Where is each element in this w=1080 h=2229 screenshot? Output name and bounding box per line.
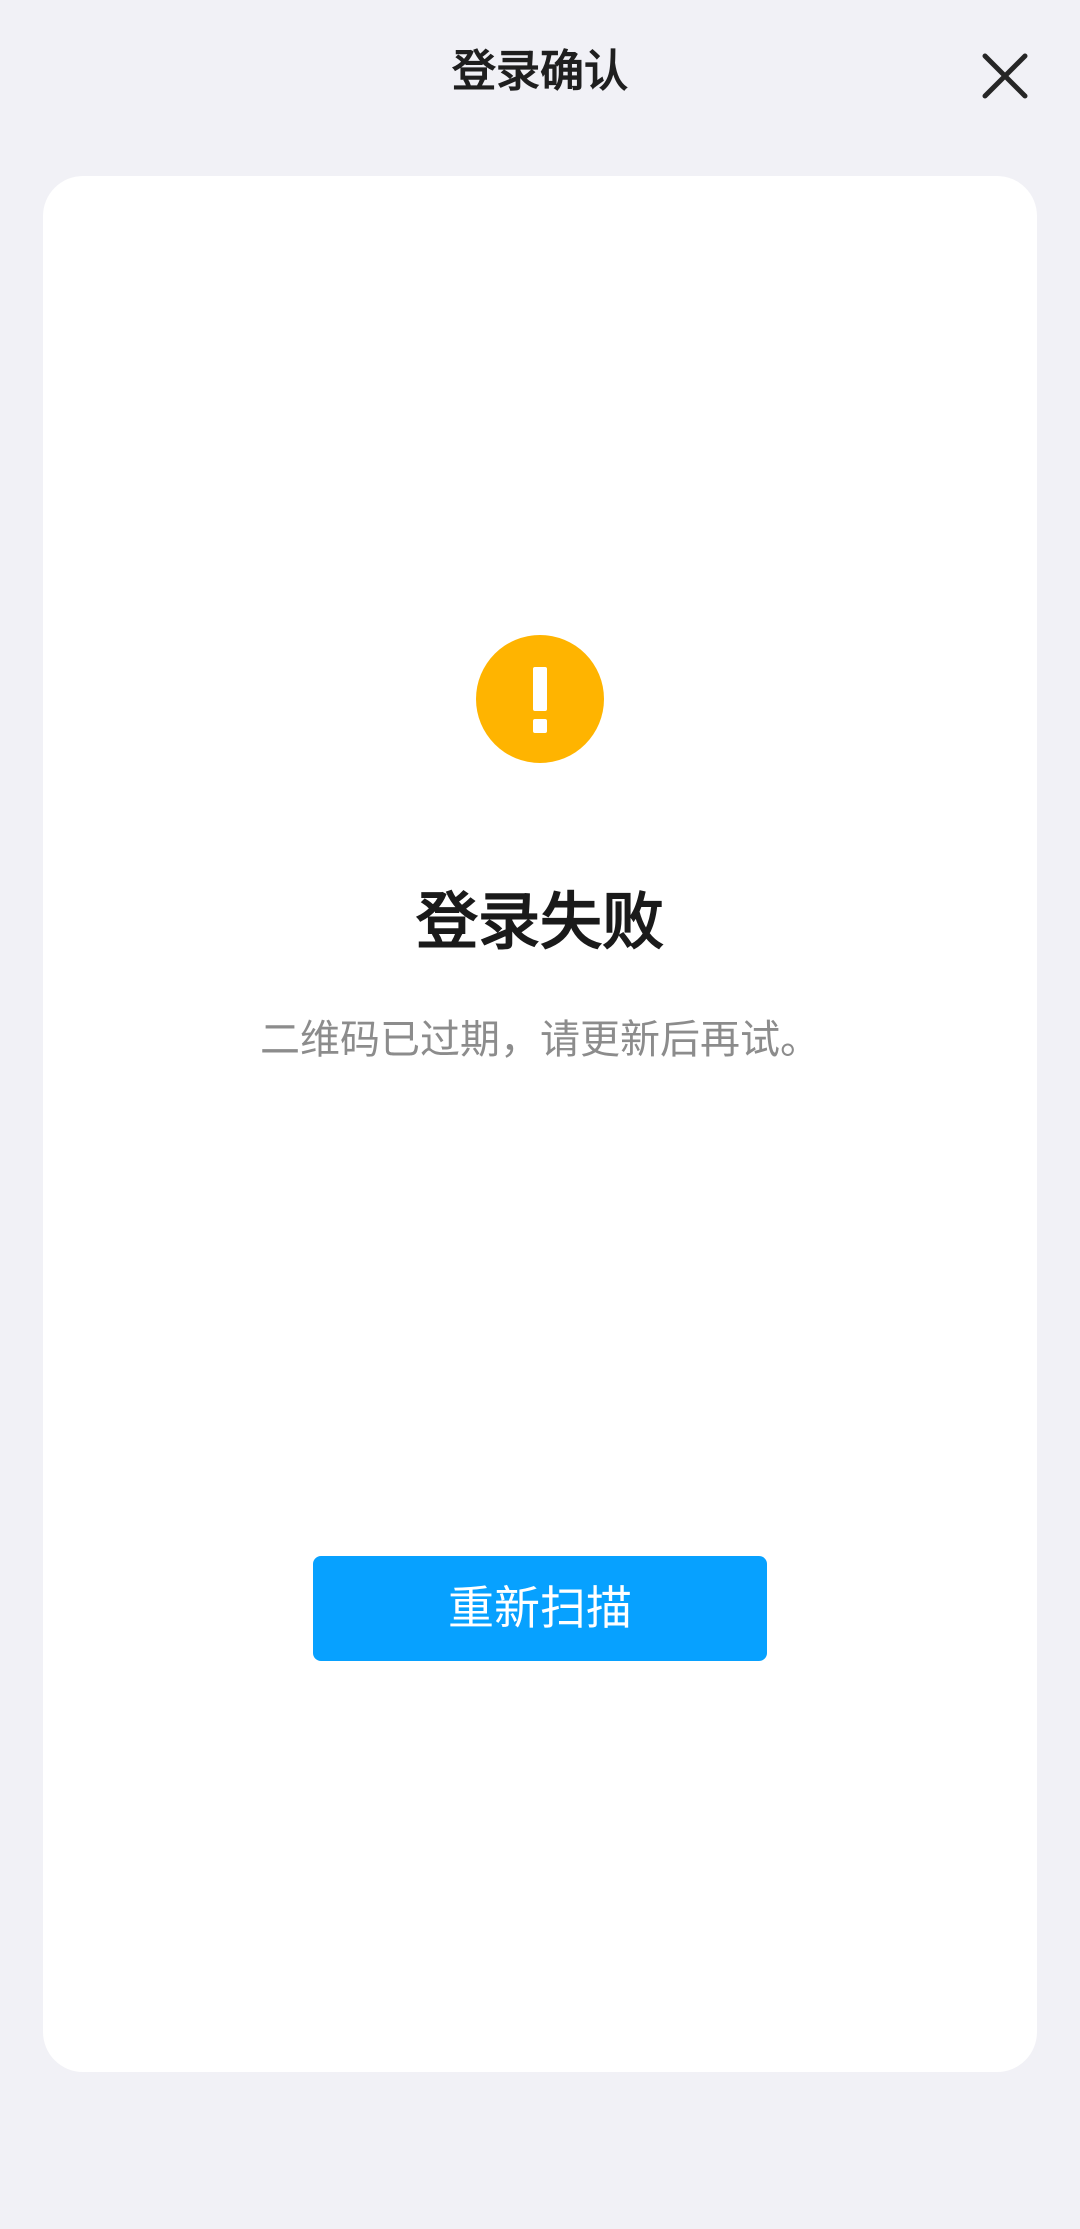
rescan-button[interactable]: 重新扫描: [313, 1556, 767, 1661]
close-button[interactable]: [975, 46, 1035, 106]
login-result-card: 登录失败 二维码已过期，请更新后再试。 重新扫描: [43, 176, 1037, 2072]
page-title: 登录确认: [452, 46, 628, 97]
result-title: 登录失败: [415, 885, 664, 958]
header-bar: 登录确认: [0, 0, 1080, 150]
result-description: 二维码已过期，请更新后再试。: [260, 1017, 820, 1063]
close-icon: [982, 53, 1028, 99]
warning-icon: [476, 635, 604, 763]
